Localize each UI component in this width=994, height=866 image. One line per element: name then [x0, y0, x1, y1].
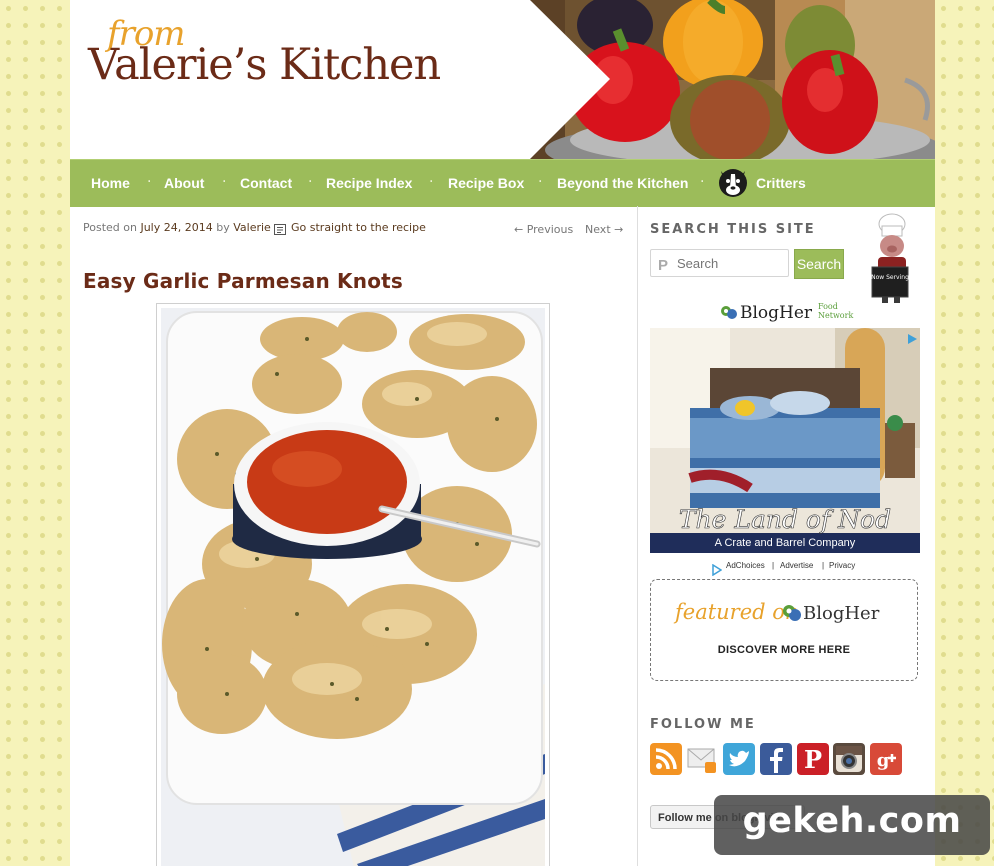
search-icon: P — [657, 256, 671, 274]
watermark-text: gekeh.com — [742, 801, 962, 841]
nav-separator: · — [429, 174, 434, 190]
page: from Valerie’s Kitchen Home · About · Co… — [70, 0, 935, 866]
adchoices-link[interactable]: AdChoices — [726, 561, 765, 570]
search-widget-title: SEARCH THIS SITE — [650, 222, 816, 237]
nav-separator: · — [222, 174, 227, 190]
blogher-brand-text: BlogHer — [740, 303, 813, 323]
previous-post-link[interactable]: ← Previous — [514, 223, 573, 236]
nav-about[interactable]: About — [164, 160, 204, 207]
follow-widget-title: FOLLOW ME — [650, 717, 756, 732]
search-button[interactable]: Search — [794, 249, 844, 279]
watermark: gekeh.com — [714, 795, 990, 855]
nav-separator: · — [147, 174, 152, 190]
boston-terrier-icon — [718, 168, 748, 198]
discover-more-link[interactable]: DISCOVER MORE HERE — [651, 644, 917, 656]
adchoices-triangle-icon — [712, 561, 723, 577]
nav-critters[interactable]: Critters — [756, 160, 806, 207]
post-title: Easy Garlic Parmesan Knots — [83, 269, 403, 294]
featured-on-blogher-box[interactable]: featured on BlogHer DISCOVER MORE HERE — [650, 579, 918, 681]
advertisement-banner[interactable]: The Land of Nod A Crate and Barrel Compa… — [650, 328, 920, 553]
nav-separator: · — [538, 174, 543, 190]
post-content: Posted on July 24, 2014 by Valerie Go st… — [70, 206, 638, 866]
google-plus-icon[interactable]: g — [870, 743, 902, 775]
post-author-link[interactable]: Valerie — [233, 221, 271, 234]
nav-home[interactable]: Home — [91, 160, 130, 207]
rss-icon[interactable] — [650, 743, 682, 775]
nav-separator: · — [308, 174, 313, 190]
post-meta: Posted on July 24, 2014 by Valerie — [83, 221, 271, 234]
featured-on-text: featured on — [675, 600, 799, 624]
logo-name-text: Valerie’s Kitchen — [88, 40, 441, 90]
featured-brand-text: BlogHer — [803, 603, 880, 624]
email-icon[interactable] — [686, 743, 718, 775]
search-box[interactable]: P — [650, 249, 789, 277]
header-vegetables-photo — [485, 0, 935, 159]
search-input[interactable] — [675, 255, 787, 272]
blogher-logo-icon — [720, 305, 738, 321]
sidebar: SEARCH THIS SITE P Search Now Serving — [638, 206, 935, 866]
nav-recipe-index[interactable]: Recipe Index — [326, 160, 412, 207]
posted-on-label: Posted on — [83, 221, 137, 234]
advertise-link[interactable]: Advertise — [780, 561, 813, 570]
site-header: from Valerie’s Kitchen — [70, 0, 935, 159]
main-navigation: Home · About · Contact · Recipe Index · … — [70, 159, 935, 207]
nav-contact[interactable]: Contact — [240, 160, 292, 207]
adchoices-icon[interactable] — [906, 330, 918, 344]
next-post-link[interactable]: Next → — [585, 223, 623, 236]
twitter-icon[interactable] — [723, 743, 755, 775]
blogher-sub-text: Food Network — [818, 302, 854, 320]
ad-title-text: The Land of Nod — [679, 505, 891, 534]
site-logo[interactable]: from Valerie’s Kitchen — [70, 0, 485, 159]
chef-pig-mascot: Now Serving — [868, 212, 912, 304]
jump-to-recipe-link[interactable]: Go straight to the recipe — [291, 221, 426, 234]
svg-text:g: g — [877, 750, 890, 771]
ad-link-divider: | — [822, 561, 825, 570]
instagram-icon[interactable] — [833, 743, 865, 775]
pinterest-icon[interactable]: P — [797, 743, 829, 775]
ad-link-divider: | — [772, 561, 775, 570]
garlic-knots-photo — [161, 308, 545, 866]
recipe-card-icon — [274, 220, 286, 235]
nav-recipe-box[interactable]: Recipe Box — [448, 160, 524, 207]
chef-badge-text: Now Serving — [871, 274, 909, 281]
blogher-featured-icon — [782, 604, 802, 622]
svg-text:P: P — [804, 745, 822, 774]
land-of-nod-ad-image: The Land of Nod A Crate and Barrel Compa… — [650, 328, 920, 553]
privacy-link[interactable]: Privacy — [829, 561, 855, 570]
svg-text:P: P — [658, 257, 668, 271]
nav-beyond-the-kitchen[interactable]: Beyond the Kitchen — [557, 160, 688, 207]
recipe-photo[interactable] — [156, 303, 550, 866]
blogher-food-network-logo[interactable]: BlogHer Food Network — [720, 302, 860, 324]
facebook-icon[interactable] — [760, 743, 792, 775]
nav-separator: · — [700, 174, 705, 190]
post-date-link[interactable]: July 24, 2014 — [140, 221, 212, 234]
by-label: by — [216, 221, 230, 234]
ad-subtitle-text: A Crate and Barrel Company — [715, 537, 856, 549]
